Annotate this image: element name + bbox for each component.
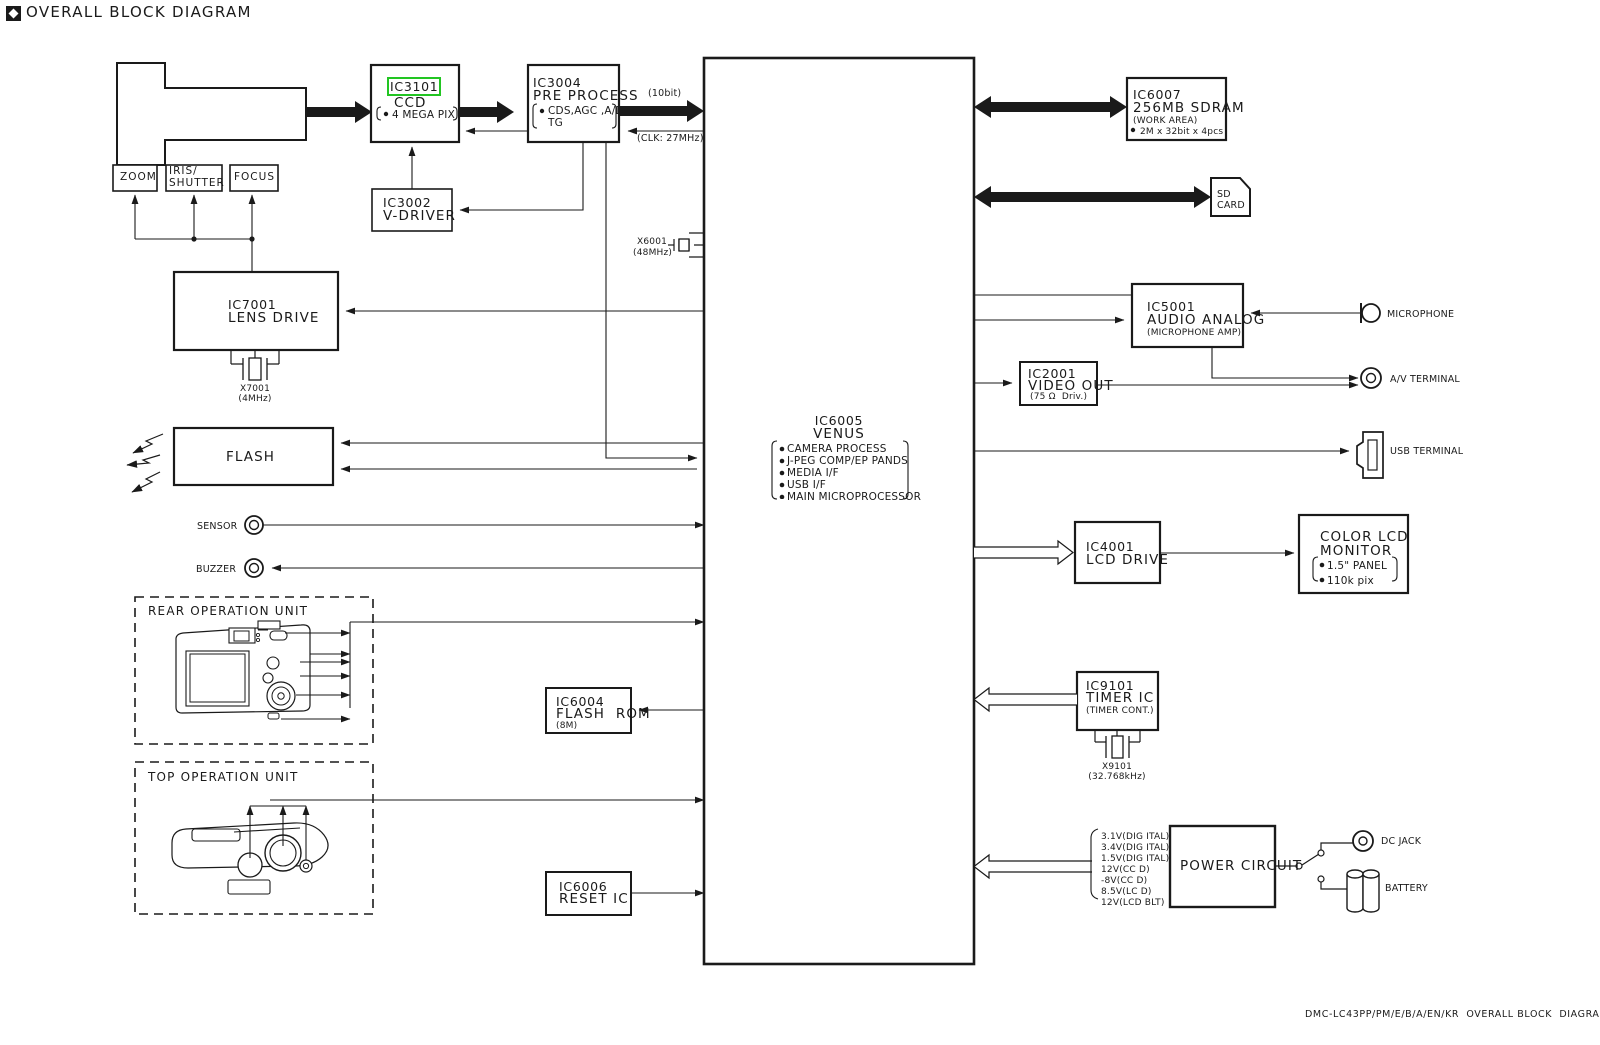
bus-ccd-to-preprocess	[459, 101, 514, 123]
power-rail-0: 3.1V(DIG ITAL)	[1101, 832, 1170, 842]
venus-bullet-dots	[779, 446, 785, 499]
lcddrive-name: LCD DRIVE	[1086, 552, 1170, 568]
sdram-sub: (WORK AREA)	[1133, 116, 1198, 126]
vdriver-name: V-DRIVER	[383, 208, 457, 224]
timeric-sub: (TIMER CONT.)	[1086, 706, 1154, 716]
resetic-name: RESET IC	[559, 891, 629, 907]
lensdrive-name: LENS DRIVE	[228, 310, 320, 326]
header-bullet-icon	[6, 6, 21, 21]
preprocess-name: PRE PROCESS	[533, 88, 639, 104]
preprocess-bullet-1: TG	[548, 117, 563, 129]
av-terminal-icon	[1360, 367, 1382, 389]
box-venus	[702, 56, 976, 966]
power-rail-6: 12V(LCD BLT)	[1101, 898, 1165, 908]
av-terminal-label: A/V TERMINAL	[1390, 374, 1460, 385]
audio-name: AUDIO ANALOG	[1147, 312, 1266, 328]
flash-label: FLASH	[226, 449, 276, 465]
footer-caption: DMC-LC43PP/PM/E/B/A/EN/KR OVERALL BLOCK …	[1305, 1009, 1600, 1020]
wire-audio-to-av	[1211, 347, 1359, 382]
venus-bullet-3: USB I/F	[787, 479, 826, 491]
venus-bullet-4: MAIN MICROPROCESSOR	[787, 491, 922, 503]
bus-venus-to-lcddrive	[974, 539, 1074, 566]
top-unit-title: TOP OPERATION UNIT	[148, 770, 299, 784]
wire-preprocess-to-vdriver	[459, 142, 584, 214]
iris-label-line1: IRIS/	[169, 165, 198, 177]
lens-outline	[116, 62, 307, 166]
venus-bullet-1: J-PEG COMP/EP PANDS	[787, 455, 909, 467]
dc-jack-icon	[1352, 830, 1374, 852]
flashrom-sub: (8M)	[556, 721, 578, 731]
iris-label-line2: SHUTTER	[169, 177, 225, 189]
power-rail-1: 3.4V(DIG ITAL)	[1101, 843, 1170, 853]
power-rail-4: -8V(CC D)	[1101, 876, 1148, 886]
diagram-vector-layer	[6, 6, 1410, 966]
crystal-x7001	[230, 349, 280, 381]
buzzer-label: BUZZER	[196, 564, 237, 575]
block-diagram-canvas: OVERALL BLOCK DIAGRAM ZOOM IRIS/ SHUTTER…	[0, 0, 1600, 1045]
audio-sub: (MICROPHONE AMP)	[1147, 328, 1242, 338]
sdram-name: 256MB SDRAM	[1133, 100, 1245, 116]
zoom-label: ZOOM	[120, 171, 157, 183]
venus-bullet-0: CAMERA PROCESS	[787, 443, 887, 455]
sdram-bullet-0: 2M x 32bit x 4pcs	[1140, 127, 1224, 137]
microphone-label: MICROPHONE	[1387, 309, 1455, 320]
sdcard-line1: SD	[1217, 189, 1231, 200]
usb-terminal-label: USB TERMINAL	[1390, 446, 1464, 457]
bus-lens-to-ccd	[306, 101, 372, 123]
lcdmonitor-name-line2: MONITOR	[1320, 543, 1393, 559]
buzzer-connector-icon	[244, 558, 264, 578]
bus-venus-to-sdram	[974, 96, 1127, 118]
sensor-connector-icon	[244, 515, 264, 535]
x9101-freq: (32.768kHz)	[1088, 772, 1146, 782]
rear-unit-title: REAR OPERATION UNIT	[148, 604, 309, 618]
rear-camera-illustration	[175, 620, 311, 720]
microphone-icon	[1360, 303, 1381, 323]
bus-label-clk27: (CLK: 27MHz)	[637, 133, 704, 144]
focus-label: FOCUS	[234, 171, 275, 183]
battery-label: BATTERY	[1385, 883, 1428, 894]
x7001-freq: (4MHz)	[238, 394, 272, 404]
power-rail-3: 12V(CC D)	[1101, 865, 1150, 875]
crystal-x6001	[668, 232, 705, 258]
power-rail-2: 1.5V(DIG ITAL)	[1101, 854, 1170, 864]
ccd-id-highlighted: IC3101	[386, 77, 442, 96]
crystal-x9101	[1094, 729, 1141, 759]
x6001-id: X6001	[637, 237, 668, 247]
preprocess-bullet-0: CDS,AGC ,A/D,	[548, 105, 628, 117]
lcdmonitor-bullet-0: 1.5" PANEL	[1327, 560, 1388, 572]
power-label: POWER CIRCUIT	[1180, 858, 1303, 874]
bus-timeric-to-venus	[973, 686, 1077, 713]
battery-icon	[1346, 869, 1380, 913]
dc-jack-label: DC JACK	[1381, 836, 1422, 847]
x6001-freq: (48MHz)	[633, 248, 673, 258]
bus-label-10bit: (10bit)	[648, 88, 682, 99]
power-rail-5: 8.5V(LC D)	[1101, 887, 1152, 897]
venus-bullet-2: MEDIA I/F	[787, 467, 839, 479]
lcdmonitor-bullet-1: 110k pix	[1327, 575, 1374, 587]
wire-preprocess-to-flash	[605, 142, 698, 462]
venus-name: VENUS	[813, 426, 865, 442]
ccd-bullet-0: 4 MEGA PIX	[392, 109, 455, 121]
page-title: OVERALL BLOCK DIAGRAM	[26, 3, 252, 21]
sensor-label: SENSOR	[197, 521, 238, 532]
flash-bolts-icon	[126, 433, 164, 493]
sdcard-line2: CARD	[1217, 200, 1245, 211]
timeric-name: TIMER IC	[1086, 690, 1155, 706]
videoout-sub: (75 Ω Driv.)	[1030, 392, 1088, 402]
bus-power-to-venus	[973, 853, 1092, 880]
bus-venus-to-sdcard	[974, 186, 1211, 208]
